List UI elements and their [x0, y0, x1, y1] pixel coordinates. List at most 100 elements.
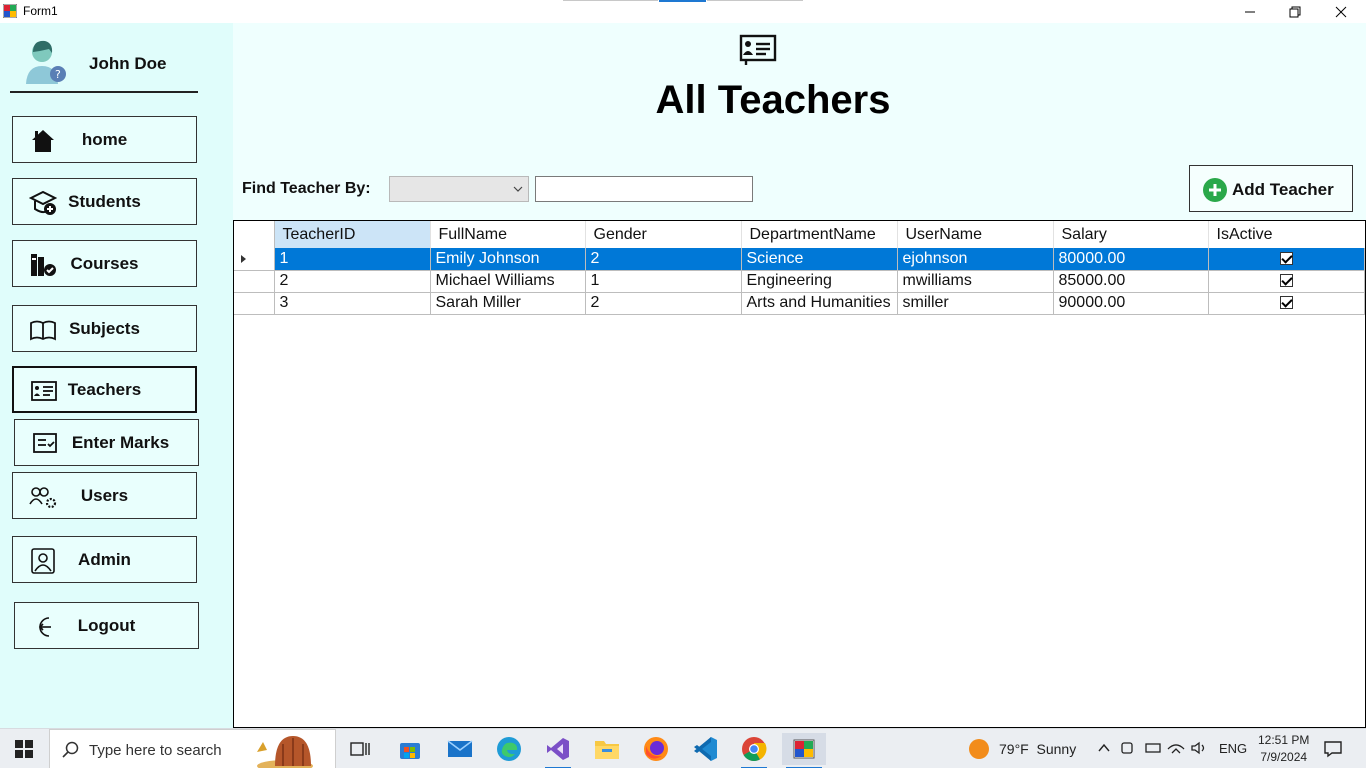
- nav-label: home: [81, 129, 128, 149]
- vscode-icon: [694, 737, 717, 761]
- window-title-bar: Form1: [0, 0, 1366, 23]
- minimize-icon: [1245, 11, 1255, 12]
- cell-department[interactable]: Arts and Humanities: [741, 292, 898, 315]
- column-header[interactable]: FullName: [430, 221, 586, 248]
- row-header[interactable]: [234, 248, 275, 271]
- mail-icon: [447, 740, 473, 757]
- taskbar-store-app[interactable]: [393, 733, 427, 765]
- current-row-indicator: [241, 254, 246, 263]
- table-row[interactable]: 2 Michael Williams 1 Engineering mwillia…: [234, 270, 1365, 293]
- taskbar-edge-app[interactable]: [492, 733, 526, 765]
- cell-is-active[interactable]: [1208, 270, 1365, 293]
- cell-username[interactable]: mwilliams: [897, 270, 1054, 293]
- nav-enter-marks-button[interactable]: Enter Marks: [14, 419, 199, 466]
- column-header[interactable]: UserName: [897, 221, 1054, 248]
- search-highlight-art-icon: [257, 736, 313, 768]
- add-teacher-label: Add Teacher: [1232, 180, 1334, 199]
- taskbar-mail-app[interactable]: [443, 733, 477, 765]
- chrome-icon: [742, 737, 767, 762]
- system-tray-icons[interactable]: [1098, 740, 1210, 759]
- column-header[interactable]: Gender: [585, 221, 742, 248]
- taskbar-firefox-app[interactable]: [639, 733, 673, 765]
- restore-button[interactable]: [1272, 0, 1318, 23]
- search-icon: [62, 741, 79, 758]
- teachers-grid[interactable]: TeacherID FullName Gender DepartmentName…: [233, 220, 1366, 728]
- taskbar-search-box[interactable]: Type here to search: [49, 729, 336, 768]
- app-window: ? John Doe home Students Courses Subject…: [0, 23, 1366, 728]
- firefox-icon: [644, 737, 668, 761]
- clock-time: 12:51 PM: [1258, 733, 1310, 747]
- user-divider: [10, 91, 198, 93]
- taskbar-vscode-app[interactable]: [688, 733, 722, 765]
- column-header[interactable]: DepartmentName: [741, 221, 898, 248]
- is-active-checkbox[interactable]: [1279, 296, 1293, 310]
- restore-icon: [1289, 6, 1301, 17]
- cell-is-active[interactable]: [1208, 248, 1365, 271]
- task-view-button[interactable]: [343, 733, 377, 765]
- language-indicator[interactable]: ENG: [1219, 741, 1247, 756]
- microsoft-store-icon: [400, 743, 420, 759]
- cell-gender[interactable]: 2: [585, 248, 742, 271]
- nav-subjects-button[interactable]: Subjects: [12, 305, 197, 352]
- cell-full-name[interactable]: Emily Johnson: [430, 248, 586, 271]
- title-divider: [707, 0, 803, 1]
- is-active-checkbox[interactable]: [1279, 252, 1293, 266]
- table-row[interactable]: 3 Sarah Miller 2 Arts and Humanities smi…: [234, 292, 1365, 315]
- user-avatar-icon: ?: [26, 40, 66, 84]
- cell-full-name[interactable]: Sarah Miller: [430, 292, 586, 315]
- close-icon: [1335, 6, 1347, 17]
- start-button[interactable]: [0, 729, 48, 768]
- close-button[interactable]: [1318, 0, 1364, 23]
- cell-department[interactable]: Engineering: [741, 270, 898, 293]
- search-input[interactable]: [535, 176, 753, 202]
- cell-username[interactable]: smiller: [897, 292, 1054, 315]
- taskbar-file-explorer-app[interactable]: [590, 733, 624, 765]
- table-row[interactable]: 1 Emily Johnson 2 Science ejohnson 80000…: [234, 248, 1365, 271]
- nav-admin-button[interactable]: Admin: [12, 536, 197, 583]
- nav-label: Users: [80, 485, 129, 505]
- cell-teacher-id[interactable]: 1: [274, 248, 431, 271]
- nav-students-button[interactable]: Students: [12, 178, 197, 225]
- cell-gender[interactable]: 2: [585, 292, 742, 315]
- cell-salary[interactable]: 80000.00: [1053, 248, 1209, 271]
- nav-logout-button[interactable]: Logout: [14, 602, 199, 649]
- clock-date: 7/9/2024: [1260, 750, 1308, 764]
- cell-salary[interactable]: 90000.00: [1053, 292, 1209, 315]
- weather-text: 79°F Sunny: [999, 741, 1077, 757]
- folder-icon: [595, 741, 619, 759]
- nav-teachers-button[interactable]: Teachers: [12, 366, 197, 413]
- column-header[interactable]: TeacherID: [274, 221, 431, 248]
- taskbar-chrome-app[interactable]: [737, 733, 771, 768]
- cell-gender[interactable]: 1: [585, 270, 742, 293]
- cell-username[interactable]: ejohnson: [897, 248, 1054, 271]
- notifications-icon[interactable]: [1323, 739, 1343, 759]
- cell-salary[interactable]: 85000.00: [1053, 270, 1209, 293]
- minimize-button[interactable]: [1227, 0, 1273, 23]
- weather-widget[interactable]: 79°F Sunny: [969, 739, 1076, 759]
- clock[interactable]: 12:51 PM 7/9/2024: [1258, 732, 1309, 766]
- column-header[interactable]: IsActive: [1208, 221, 1364, 248]
- column-header[interactable]: Salary: [1053, 221, 1209, 248]
- form-app-icon: [3, 4, 17, 18]
- taskbar-form1-app[interactable]: [782, 733, 826, 768]
- find-teacher-label: Find Teacher By:: [242, 180, 371, 197]
- add-teacher-button[interactable]: Add Teacher: [1189, 165, 1353, 212]
- user-profile: ? John Doe: [22, 37, 166, 87]
- filter-by-dropdown[interactable]: [389, 176, 529, 202]
- row-header[interactable]: [234, 270, 275, 293]
- nav-users-button[interactable]: Users: [12, 472, 197, 519]
- cell-teacher-id[interactable]: 2: [274, 270, 431, 293]
- title-divider-accent: [659, 0, 706, 2]
- add-plus-icon: [1203, 178, 1227, 202]
- cell-is-active[interactable]: [1208, 292, 1365, 315]
- cell-full-name[interactable]: Michael Williams: [430, 270, 586, 293]
- is-active-checkbox[interactable]: [1279, 274, 1293, 288]
- nav-courses-button[interactable]: Courses: [12, 240, 197, 287]
- windows-logo-icon: [15, 740, 33, 758]
- cell-teacher-id[interactable]: 3: [274, 292, 431, 315]
- nav-home-button[interactable]: home: [12, 116, 197, 163]
- cell-department[interactable]: Science: [741, 248, 898, 271]
- taskbar-visual-studio-app[interactable]: [541, 733, 575, 768]
- row-header[interactable]: [234, 292, 275, 315]
- window-title: Form1: [23, 4, 58, 18]
